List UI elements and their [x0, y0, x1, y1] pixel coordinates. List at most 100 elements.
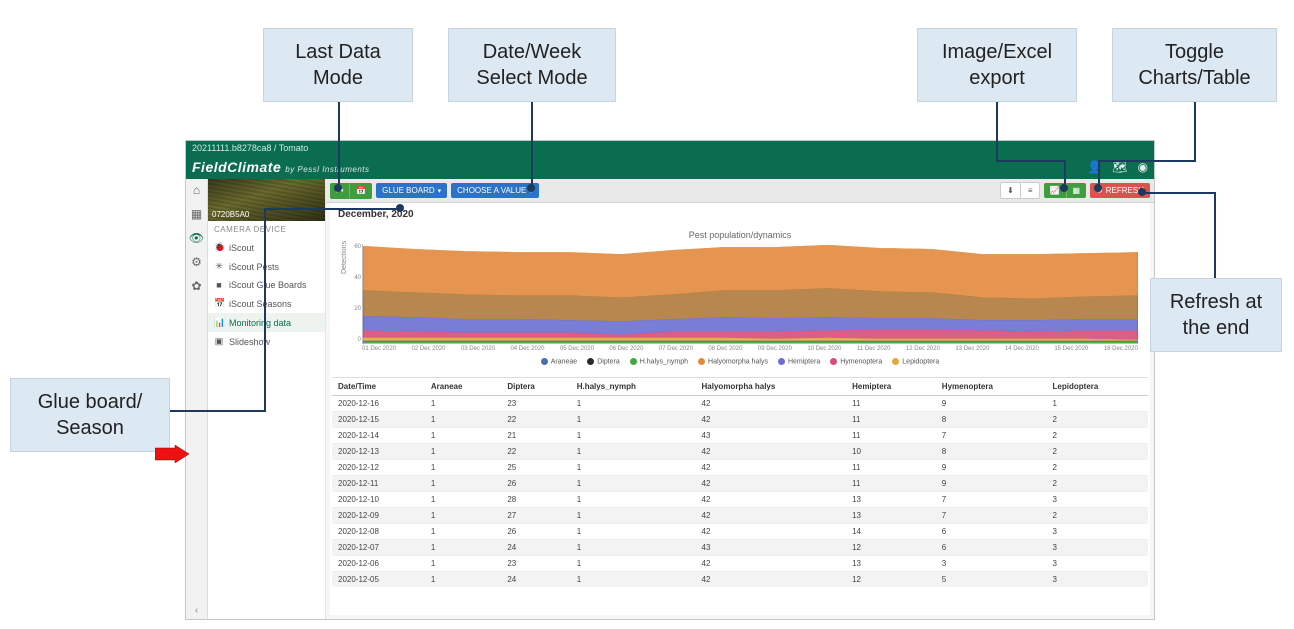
- chart-legend: Araneae Diptera H.halys_nymph Halyomorpha h…: [338, 352, 1142, 369]
- export-button-group: ⬇ ≡: [1000, 182, 1039, 199]
- toggle-table-button[interactable]: ▦: [1066, 183, 1087, 198]
- table-cell: 43: [696, 428, 847, 444]
- legend-item[interactable]: Diptera: [587, 358, 620, 365]
- table-cell: 1: [571, 556, 696, 572]
- export-image-button[interactable]: ⬇: [1000, 182, 1021, 199]
- table-header[interactable]: Araneae: [425, 378, 501, 396]
- table-cell: 11: [846, 396, 936, 412]
- table-row[interactable]: 2020-12-071241431263: [332, 540, 1148, 556]
- table-cell: 5: [936, 572, 1047, 588]
- person-icon[interactable]: 👤: [1087, 160, 1102, 174]
- chart-icon: 📈: [1050, 186, 1060, 195]
- sidebar-item-iscout-glue-boards[interactable]: ■iScout Glue Boards: [208, 276, 325, 294]
- sidebar-item-monitoring-data[interactable]: 📊Monitoring data: [208, 313, 325, 332]
- callout-glue-board-season: Glue board/Season: [10, 378, 170, 452]
- calendar-icon: 📅: [356, 186, 366, 195]
- sidebar-item-slideshow[interactable]: ▣Slideshow: [208, 332, 325, 351]
- sidebar-item-icon: ▣: [214, 336, 224, 347]
- table-row[interactable]: 2020-12-111261421192: [332, 476, 1148, 492]
- broadcast-icon[interactable]: ◉: [1138, 160, 1148, 174]
- callout-toggle-charts-table: ToggleCharts/Table: [1112, 28, 1277, 102]
- gear-icon[interactable]: ✿: [191, 279, 201, 293]
- export-excel-button[interactable]: ≡: [1021, 182, 1040, 199]
- callout-last-data-mode: Last DataMode: [263, 28, 413, 102]
- connector-line: [1142, 192, 1216, 194]
- legend-item[interactable]: Halyomorpha halys: [698, 358, 768, 365]
- glue-board-dropdown[interactable]: GLUE BOARD: [376, 183, 447, 198]
- table-cell: 2020-12-15: [332, 412, 425, 428]
- table-cell: 2020-12-12: [332, 460, 425, 476]
- table-row[interactable]: 2020-12-131221421082: [332, 444, 1148, 460]
- table-row[interactable]: 2020-12-091271421372: [332, 508, 1148, 524]
- sidebar-item-iscout[interactable]: 🐞iScout: [208, 238, 325, 257]
- table-row[interactable]: 2020-12-051241421253: [332, 572, 1148, 588]
- choose-value-dropdown[interactable]: CHOOSE A VALUE: [451, 183, 539, 198]
- table-icon: ▦: [1073, 186, 1081, 195]
- map-icon[interactable]: 🗺: [1112, 160, 1127, 174]
- sidebar-item-iscout-pests[interactable]: ✳iScout Pests: [208, 257, 325, 276]
- table-cell: 12: [846, 540, 936, 556]
- table-row[interactable]: 2020-12-161231421191: [332, 396, 1148, 412]
- grid-icon[interactable]: ▦: [191, 207, 202, 221]
- table-cell: 42: [696, 524, 847, 540]
- table-cell: 1: [571, 540, 696, 556]
- data-table-scroll[interactable]: Date/TimeAraneaeDipteraH.halys_nymphHaly…: [332, 377, 1148, 587]
- table-header[interactable]: Diptera: [501, 378, 570, 396]
- callout-refresh-end: Refresh atthe end: [1150, 278, 1282, 352]
- content-area: December, 2020 Pest population/dynamics …: [330, 203, 1150, 615]
- legend-item[interactable]: Lepidoptera: [892, 358, 939, 365]
- table-cell: 1: [571, 412, 696, 428]
- sidebar-item-iscout-seasons[interactable]: 📅iScout Seasons: [208, 294, 325, 313]
- callout-text: Last DataMode: [295, 41, 381, 89]
- table-cell: 1: [425, 428, 501, 444]
- table-cell: 1: [425, 476, 501, 492]
- table-header[interactable]: Hymenoptera: [936, 378, 1047, 396]
- date-week-select-button[interactable]: 📅: [349, 183, 372, 199]
- wrench-icon[interactable]: ⚙: [191, 255, 202, 269]
- legend-item[interactable]: Araneae: [541, 358, 577, 365]
- table-cell: 7: [936, 428, 1047, 444]
- table-header[interactable]: Halyomorpha halys: [696, 378, 847, 396]
- table-cell: 1: [571, 444, 696, 460]
- table-cell: 42: [696, 412, 847, 428]
- table-cell: 2020-12-16: [332, 396, 425, 412]
- table-cell: 25: [501, 460, 570, 476]
- table-cell: 1: [1047, 396, 1148, 412]
- table-cell: 1: [571, 396, 696, 412]
- chart-title: Pest population/dynamics: [338, 230, 1142, 244]
- table-cell: 43: [696, 540, 847, 556]
- sidebar-item-label: Monitoring data: [229, 318, 291, 328]
- legend-item[interactable]: Hemiptera: [778, 358, 820, 365]
- callout-text: ToggleCharts/Table: [1138, 41, 1250, 89]
- table-header[interactable]: Lepidoptera: [1047, 378, 1148, 396]
- brand-name: FieldClimate: [192, 159, 281, 175]
- table-cell: 2: [1047, 460, 1148, 476]
- table-cell: 2020-12-14: [332, 428, 425, 444]
- table-row[interactable]: 2020-12-141211431172: [332, 428, 1148, 444]
- table-cell: 8: [936, 412, 1047, 428]
- table-row[interactable]: 2020-12-101281421373: [332, 492, 1148, 508]
- table-header[interactable]: Date/Time: [332, 378, 425, 396]
- home-icon[interactable]: ⌂: [193, 183, 200, 197]
- legend-item[interactable]: Hymenoptera: [830, 358, 882, 365]
- download-icon: ⬇: [1007, 186, 1014, 195]
- connector-line: [264, 208, 266, 410]
- legend-item[interactable]: H.halys_nymph: [630, 358, 688, 365]
- chart-area[interactable]: Detections 6040200: [362, 244, 1138, 344]
- table-header[interactable]: Hemiptera: [846, 378, 936, 396]
- rail-collapse-icon[interactable]: ‹: [195, 605, 198, 616]
- table-cell: 2020-12-07: [332, 540, 425, 556]
- table-header[interactable]: H.halys_nymph: [571, 378, 696, 396]
- table-cell: 11: [846, 428, 936, 444]
- table-row[interactable]: 2020-12-151221421182: [332, 412, 1148, 428]
- table-row[interactable]: 2020-12-121251421192: [332, 460, 1148, 476]
- table-row[interactable]: 2020-12-061231421333: [332, 556, 1148, 572]
- sidebar-item-label: iScout Glue Boards: [229, 280, 307, 290]
- table-cell: 1: [425, 572, 501, 588]
- eye-icon[interactable]: 👁: [189, 231, 204, 245]
- table-body: 2020-12-1612314211912020-12-151221421182…: [332, 396, 1148, 588]
- table-cell: 14: [846, 524, 936, 540]
- table-cell: 2: [1047, 428, 1148, 444]
- connector-line: [338, 96, 340, 186]
- table-row[interactable]: 2020-12-081261421463: [332, 524, 1148, 540]
